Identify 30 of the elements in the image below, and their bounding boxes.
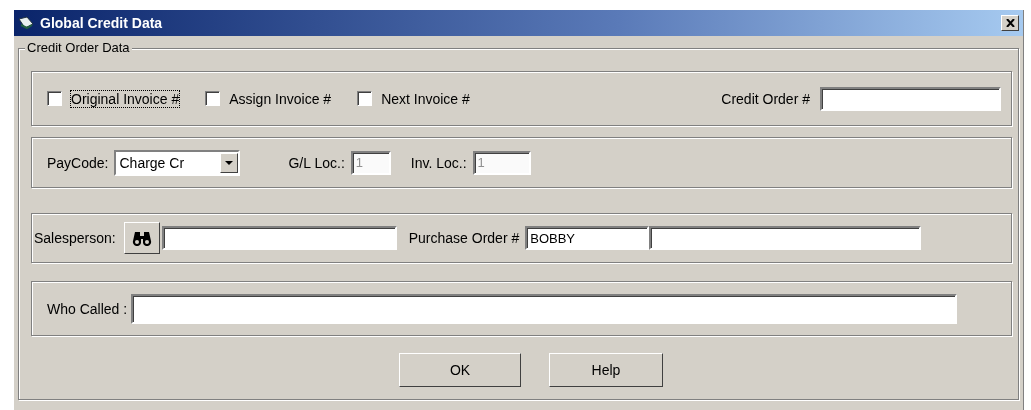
- field-label: PayCode:: [47, 154, 109, 171]
- field-label: Salesperson:: [34, 230, 116, 246]
- checkbox-label: Assign Invoice #: [229, 90, 332, 107]
- field-label: Who Called :: [47, 300, 128, 317]
- dropdown-button[interactable]: [220, 152, 239, 173]
- dialog-button[interactable]: OK: [399, 353, 521, 387]
- close-button[interactable]: [1001, 15, 1019, 31]
- who-called-field[interactable]: [131, 293, 958, 324]
- app-icon: [18, 16, 34, 30]
- close-icon: [1005, 19, 1015, 27]
- window-title: Global Credit Data: [40, 15, 164, 31]
- checkbox-label: Original Invoice #: [71, 90, 180, 107]
- credit-order-field[interactable]: [820, 86, 1001, 111]
- field-label: Credit Order #: [721, 90, 810, 107]
- search-button[interactable]: [123, 222, 160, 254]
- dialog-button[interactable]: Help: [549, 353, 663, 387]
- group-title: Credit Order Data: [25, 40, 132, 55]
- paycode-dropdown[interactable]: Charge Cr: [114, 149, 241, 176]
- purchase-order-field[interactable]: [649, 226, 922, 250]
- caret-icon: [225, 160, 234, 165]
- field-label: Purchase Order #: [408, 230, 520, 246]
- checkbox-label: Next Invoice #: [381, 90, 470, 107]
- binoculars-icon: [131, 230, 152, 246]
- field-label: Inv. Loc.:: [410, 154, 467, 171]
- checkbox[interactable]: [205, 91, 221, 106]
- salesperson-field[interactable]: [161, 226, 397, 250]
- purchase-order-field[interactable]: BOBBY: [525, 226, 650, 250]
- field-label: G/L Loc.:: [288, 154, 345, 171]
- checkbox[interactable]: [357, 91, 373, 106]
- checkbox[interactable]: [47, 91, 62, 106]
